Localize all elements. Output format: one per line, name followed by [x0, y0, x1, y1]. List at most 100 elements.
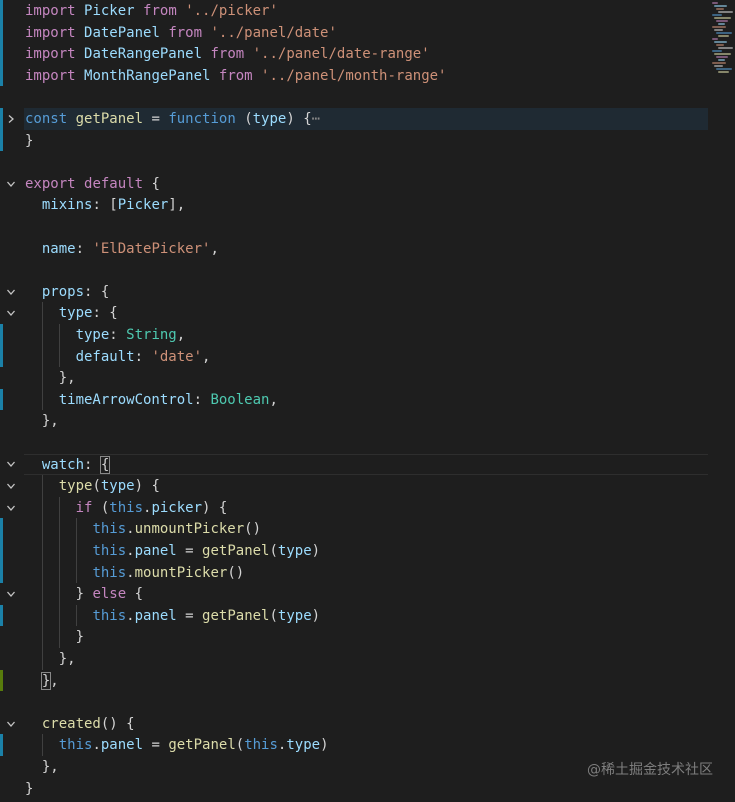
code-token: },: [25, 370, 76, 387]
code-token: '../panel/date': [210, 24, 337, 41]
code-token: .: [126, 543, 135, 559]
code-line[interactable]: },: [25, 410, 59, 432]
code-token: :: [109, 327, 127, 343]
code-token: type: [58, 305, 93, 322]
modified-line-indicator[interactable]: [0, 604, 3, 627]
chevron-right-icon[interactable]: [4, 108, 18, 130]
code-token: name: [41, 240, 76, 257]
code-token: if: [75, 499, 93, 516]
code-token: },: [25, 413, 59, 430]
code-line[interactable]: props: {: [25, 281, 109, 303]
code-line[interactable]: export default {: [25, 173, 160, 195]
code-line[interactable]: import MonthRangePanel from '../panel/mo…: [25, 65, 446, 87]
code-token: :: [75, 240, 93, 257]
code-line[interactable]: import Picker from '../picker': [25, 0, 278, 22]
code-token: .: [126, 607, 135, 624]
modified-line-indicator[interactable]: [0, 108, 3, 130]
minimap-line: [714, 5, 727, 7]
minimap[interactable]: [708, 0, 735, 802]
code-token: const: [25, 111, 68, 127]
modified-line-indicator[interactable]: [0, 388, 3, 411]
code-line[interactable]: timeArrowControl: Boolean,: [25, 389, 278, 411]
modified-line-indicator[interactable]: [0, 518, 3, 540]
code-token: this: [244, 737, 278, 754]
code-token: ): [311, 543, 321, 559]
code-token: }: [25, 780, 34, 797]
folded-ellipsis[interactable]: ⋯: [312, 111, 320, 127]
code-line[interactable]: type(type) {: [25, 475, 160, 497]
code-line[interactable]: }: [25, 626, 84, 648]
code-token: ,: [50, 672, 59, 689]
chevron-down-icon[interactable]: [4, 281, 18, 303]
chevron-down-icon[interactable]: [4, 173, 18, 195]
code-line[interactable]: const getPanel = function (type) {⋯: [25, 108, 320, 130]
chevron-down-icon[interactable]: [4, 497, 18, 519]
modified-line-indicator[interactable]: [0, 734, 3, 756]
minimap-line: [716, 44, 724, 46]
minimap-line: [712, 2, 718, 4]
code-line[interactable]: type: String,: [25, 324, 186, 346]
code-token: =: [176, 543, 203, 559]
code-area[interactable]: import Picker from '../picker' import Dat…: [25, 0, 708, 802]
modified-line-indicator[interactable]: [0, 324, 3, 346]
code-line[interactable]: this.panel = getPanel(type): [25, 540, 320, 562]
modified-line-indicator[interactable]: [0, 561, 3, 584]
modified-line-indicator[interactable]: [0, 43, 3, 65]
code-line[interactable]: }: [25, 130, 33, 152]
code-line[interactable]: created() {: [25, 713, 135, 735]
code-line[interactable]: },: [25, 670, 59, 692]
code-line[interactable]: if (this.picker) {: [25, 497, 228, 519]
code-line[interactable]: import DateRangePanel from '../panel/dat…: [25, 43, 430, 65]
modified-line-indicator[interactable]: [0, 540, 3, 562]
chevron-down-icon[interactable]: [4, 302, 18, 324]
code-editor[interactable]: import Picker from '../picker' import Dat…: [0, 0, 735, 802]
code-line[interactable]: },: [25, 367, 76, 389]
chevron-down-icon[interactable]: [4, 713, 18, 735]
code-token: this: [92, 607, 127, 624]
code-line[interactable]: mixins: [Picker],: [25, 194, 185, 216]
code-token: }: [25, 586, 93, 603]
chevron-down-icon[interactable]: [4, 583, 18, 605]
code-token: this: [109, 499, 144, 516]
added-line-indicator[interactable]: [0, 669, 3, 692]
modified-line-indicator[interactable]: [0, 21, 3, 44]
editor-gutter[interactable]: [0, 0, 24, 802]
code-line[interactable]: this.mountPicker(): [25, 562, 244, 584]
modified-line-indicator[interactable]: [0, 64, 3, 87]
code-token: String: [126, 327, 177, 343]
code-line[interactable]: name: 'ElDatePicker',: [25, 238, 219, 260]
code-line[interactable]: this.panel = getPanel(type): [25, 605, 320, 627]
modified-line-indicator[interactable]: [0, 0, 3, 22]
code-line[interactable]: import DatePanel from '../panel/date': [25, 22, 337, 44]
code-line[interactable]: },: [25, 648, 76, 670]
code-token: type: [100, 478, 135, 495]
code-line[interactable]: this.unmountPicker(): [25, 518, 261, 540]
code-line[interactable]: },: [25, 756, 59, 778]
modified-line-indicator[interactable]: [0, 345, 3, 368]
code-line[interactable]: } else {: [25, 583, 143, 605]
modified-line-indicator[interactable]: [0, 129, 3, 152]
code-token: type: [286, 737, 321, 754]
code-line[interactable]: type: {: [25, 302, 118, 324]
code-line[interactable]: watch: {: [25, 454, 111, 476]
chevron-down-icon[interactable]: [4, 475, 18, 497]
chevron-down-icon[interactable]: [4, 454, 18, 476]
code-line[interactable]: }: [25, 778, 33, 800]
code-token: .: [126, 564, 135, 581]
code-token: type: [58, 478, 93, 495]
code-line[interactable]: this.panel = getPanel(this.type): [25, 734, 329, 756]
code-token: .: [92, 737, 101, 754]
minimap-line: [716, 32, 732, 34]
code-line[interactable]: default: 'date',: [25, 346, 211, 368]
code-token: (: [235, 737, 245, 754]
